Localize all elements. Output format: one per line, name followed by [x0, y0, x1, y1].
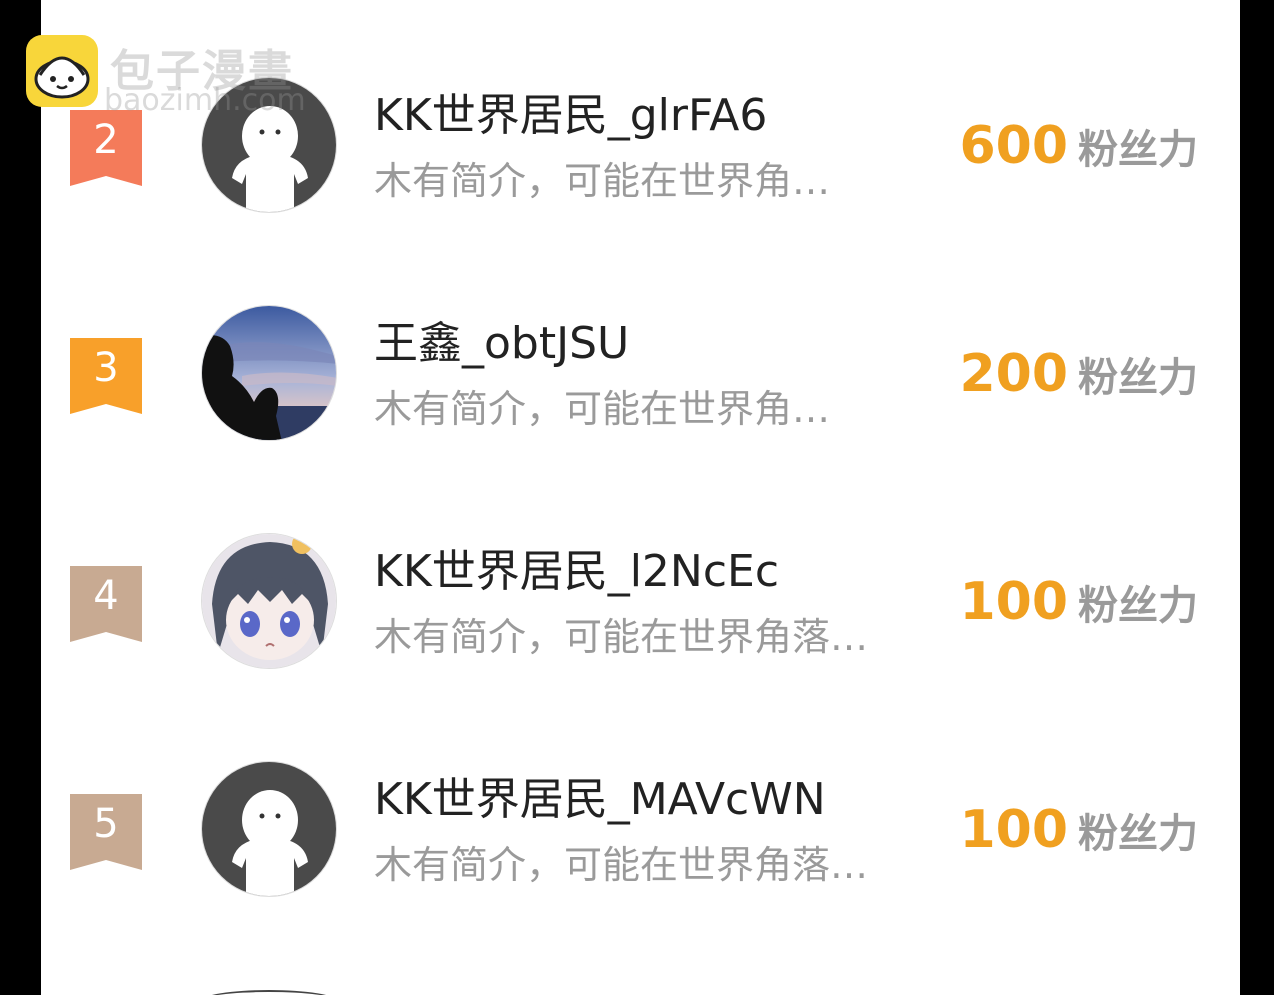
watermark: 包子漫畫 baozimh.com	[26, 35, 326, 118]
score-unit: 粉丝力	[1078, 355, 1198, 401]
rank-number: 2	[93, 117, 119, 163]
fan-power-score: 100 粉丝力	[959, 800, 1198, 872]
watermark-site-url: baozimh.com	[104, 83, 306, 118]
anime-avatar-icon	[202, 534, 336, 668]
score-value: 100	[959, 800, 1068, 860]
avatar[interactable]	[201, 305, 337, 441]
rank-ribbon-badge: 5	[70, 794, 142, 870]
user-bio: 木有简介，可能在世界角…	[374, 159, 831, 203]
rank-number: 5	[93, 801, 119, 847]
photo-avatar-icon	[202, 306, 336, 440]
list-item[interactable]: 5 KK世界居民_MAVcWN 木有简介，可能在世界角落… 100 粉丝力	[41, 714, 1240, 942]
list-item[interactable]: 4 KK世界居民_l2NcEc 木有简介，可能在世界角落… 100 粉丝力	[41, 486, 1240, 714]
score-unit: 粉丝力	[1078, 127, 1198, 173]
fan-power-score: 100 粉丝力	[959, 572, 1198, 644]
rank-ribbon-badge: 3	[70, 338, 142, 414]
list-item[interactable]: 3 王鑫_obtJSU 木有简介，可能在世界角… 200 粉丝力	[41, 258, 1240, 486]
score-unit: 粉丝力	[1078, 811, 1198, 857]
default-user-icon	[202, 762, 336, 896]
user-name[interactable]: KK世界居民_l2NcEc	[374, 544, 779, 600]
user-name[interactable]: KK世界居民_glrFA6	[374, 88, 767, 144]
bun-logo-icon	[26, 35, 98, 107]
user-name[interactable]: KK世界居民_MAVcWN	[374, 772, 826, 828]
avatar[interactable]	[201, 533, 337, 669]
avatar[interactable]	[201, 761, 337, 897]
score-value: 100	[959, 572, 1068, 632]
score-value: 200	[959, 344, 1068, 404]
page: 包子漫畫 baozimh.com 2 KK世界居民_glrFA6 木有简介，可能…	[0, 0, 1274, 995]
rank-number: 4	[93, 573, 119, 619]
score-unit: 粉丝力	[1078, 583, 1198, 629]
rank-ribbon-badge: 2	[70, 110, 142, 186]
score-value: 600	[959, 116, 1068, 176]
user-name[interactable]: 王鑫_obtJSU	[374, 316, 629, 372]
fan-power-score: 200 粉丝力	[959, 344, 1198, 416]
user-bio: 木有简介，可能在世界角…	[374, 387, 831, 431]
user-bio: 木有简介，可能在世界角落…	[374, 615, 869, 659]
fan-power-score: 600 粉丝力	[959, 116, 1198, 188]
rank-number: 3	[93, 345, 119, 391]
user-bio: 木有简介，可能在世界角落…	[374, 843, 869, 887]
rank-ribbon-badge: 4	[70, 566, 142, 642]
